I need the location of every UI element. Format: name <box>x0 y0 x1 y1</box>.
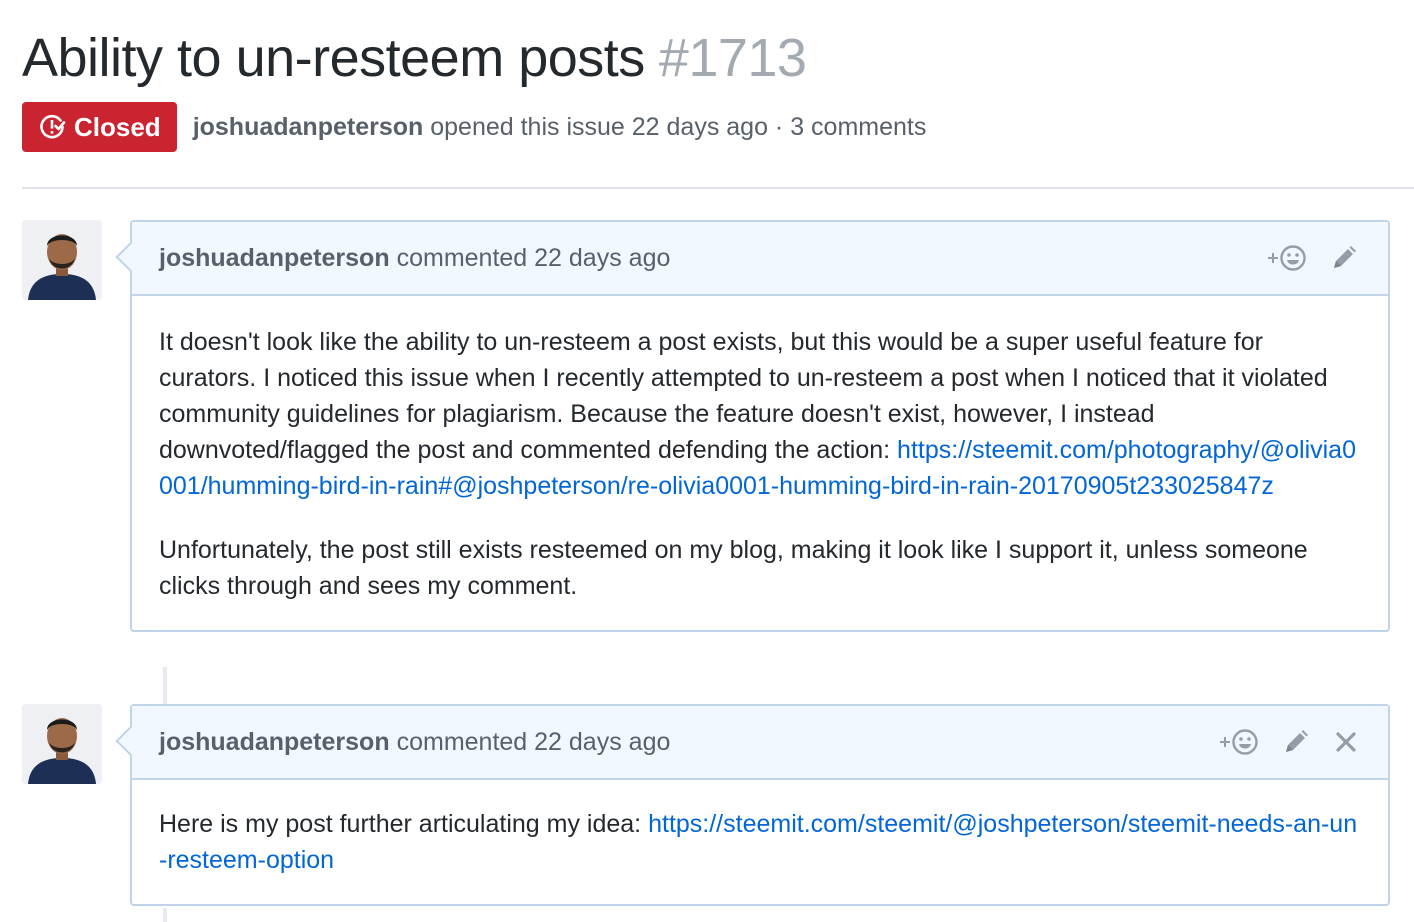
issue-header: Ability to un-resteem posts #1713 Closed … <box>22 22 1414 152</box>
state-label: Closed <box>74 111 161 142</box>
comment-actions <box>1218 726 1358 758</box>
pencil-icon[interactable] <box>1282 728 1310 756</box>
comment: joshuadanpeterson commented 22 days ago <box>130 704 1390 906</box>
comment-paragraph: Unfortunately, the post still exists res… <box>159 536 1308 600</box>
comment-paragraph: It doesn't look like the ability to un-r… <box>159 324 1361 504</box>
comment: joshuadanpeterson commented 22 days ago <box>130 220 1390 632</box>
timeline-connector <box>163 667 167 704</box>
title-row: Ability to un-resteem posts #1713 <box>22 22 1414 94</box>
add-reaction-icon[interactable] <box>1266 242 1306 274</box>
avatar[interactable] <box>22 704 102 784</box>
avatar-image <box>22 220 102 300</box>
issue-number: #1713 <box>658 28 807 88</box>
issue-title-text: Ability to un-resteem posts <box>22 28 645 88</box>
comment-paragraph: Here is my post further articulating my … <box>159 806 1361 878</box>
comment-body: It doesn't look like the ability to un-r… <box>132 296 1388 630</box>
close-icon[interactable] <box>1334 730 1358 754</box>
pencil-icon[interactable] <box>1330 244 1358 272</box>
comment-actions <box>1266 242 1358 274</box>
comment-body: Here is my post further articulating my … <box>132 780 1388 904</box>
avatar-image <box>22 704 102 784</box>
comment-author-link[interactable]: joshuadanpeterson <box>159 244 390 273</box>
state-badge: Closed <box>22 102 177 152</box>
comment-text: Here is my post further articulating my … <box>159 810 642 838</box>
add-reaction-icon[interactable] <box>1218 726 1258 758</box>
header-divider <box>22 187 1414 189</box>
issue-meta-detail: opened this issue 22 days ago · 3 commen… <box>430 112 927 141</box>
comment-meta: commented 22 days ago <box>396 727 671 756</box>
comment-header: joshuadanpeterson commented 22 days ago <box>132 222 1388 296</box>
comment-meta: commented 22 days ago <box>396 243 671 272</box>
issue-author-link[interactable]: joshuadanpeterson <box>193 113 424 141</box>
issue-meta-text: joshuadanpeterson opened this issue 22 d… <box>193 113 927 142</box>
comment-author-link[interactable]: joshuadanpeterson <box>159 728 390 757</box>
issue-meta: Closed joshuadanpeterson opened this iss… <box>22 102 1414 152</box>
issue-title: Ability to un-resteem posts #1713 <box>22 27 807 89</box>
comment-header: joshuadanpeterson commented 22 days ago <box>132 706 1388 780</box>
timeline-connector <box>163 908 167 922</box>
avatar[interactable] <box>22 220 102 300</box>
issue-closed-icon <box>38 113 66 141</box>
